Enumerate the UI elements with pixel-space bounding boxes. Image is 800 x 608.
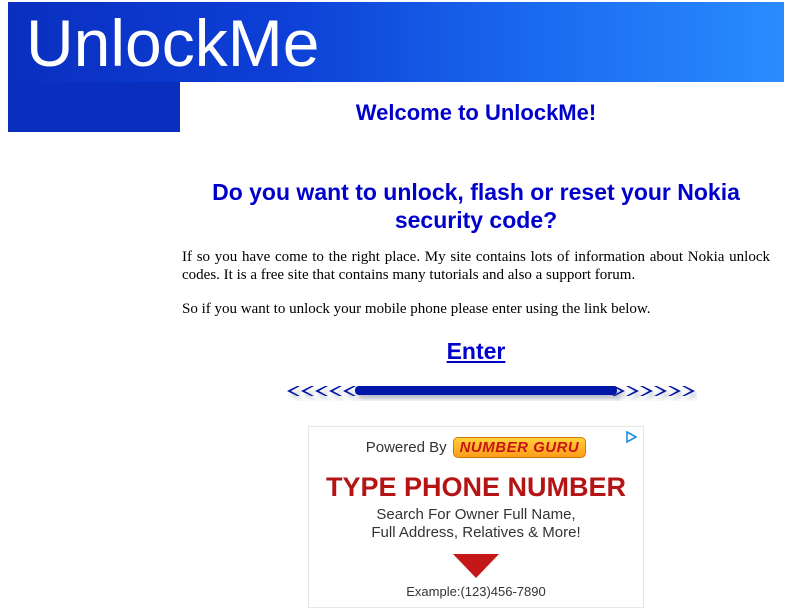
powered-by-label: Powered By [365,439,447,456]
down-arrow-icon [453,554,499,578]
enter-link-wrap: Enter [182,338,770,365]
header-banner: UnlockMe [8,2,784,82]
question-heading: Do you want to unlock, flash or reset yo… [212,179,740,233]
intro-paragraph: If so you have come to the right place. … [182,249,770,283]
right-chevrons [612,386,695,396]
main-content: Welcome to UnlockMe! Do you want to unlo… [182,82,770,365]
enter-instructions: So if you want to unlock your mobile pho… [182,301,651,317]
ad-headline: TYPE PHONE NUMBER [325,472,627,502]
left-nav-block [8,82,180,132]
site-title: UnlockMe [26,6,320,80]
decorative-divider [287,386,695,396]
advertisement[interactable]: Powered By NUMBER GURU TYPE PHONE NUMBER… [308,426,644,608]
number-guru-logo: NUMBER GURU [452,437,587,458]
enter-link[interactable]: Enter [447,338,506,364]
ad-text-line-2: Full Address, Relatives & More! [371,524,581,541]
powered-by-row: Powered By NUMBER GURU [309,437,643,458]
welcome-heading: Welcome to UnlockMe! [355,100,597,125]
ad-text-line-1: Search For Owner Full Name, [376,506,576,523]
adchoices-icon[interactable] [625,431,637,443]
ad-example-text: Example:(123)456-7890 [406,584,546,599]
left-chevrons [287,386,356,396]
